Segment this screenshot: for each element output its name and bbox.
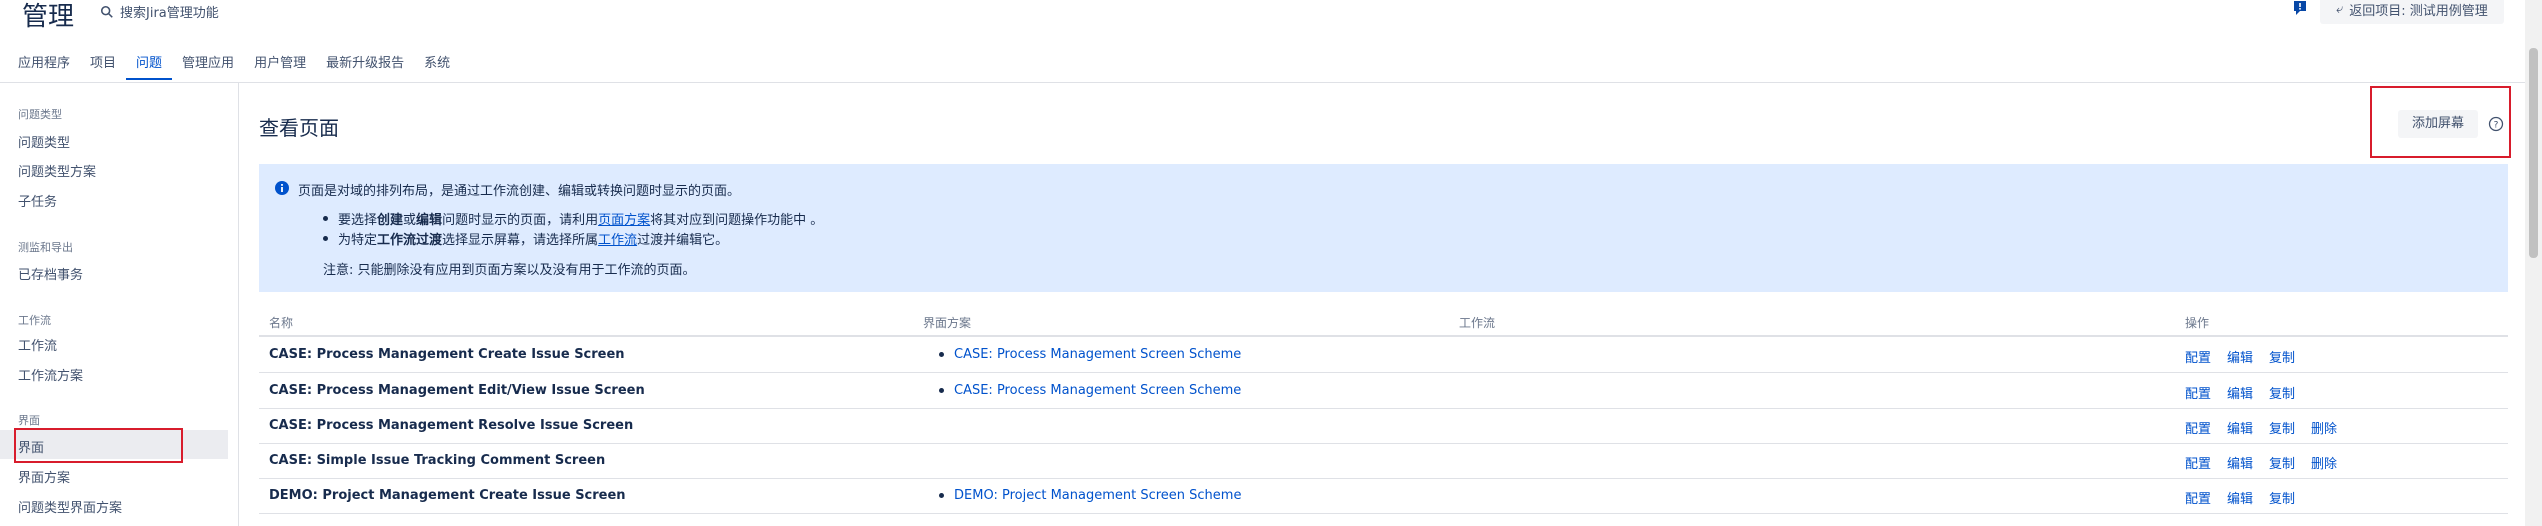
info-text: 为特定 xyxy=(338,233,378,248)
workflows-link[interactable]: 工作流 xyxy=(598,233,637,248)
column-header-name: 名称 xyxy=(269,316,294,330)
return-to-project-button[interactable]: ⤶ 返回项目: 测试用例管理 xyxy=(2320,0,2504,24)
scrollbar-thumb[interactable] xyxy=(2529,48,2538,258)
tab-issues[interactable]: 问题 xyxy=(126,56,173,80)
copy-link[interactable]: 复制 xyxy=(2269,383,2295,402)
info-text-bold: 编辑 xyxy=(416,213,443,228)
screen-name: CASE: Process Management Resolve Issue S… xyxy=(269,418,634,433)
page-title: 查看页面 xyxy=(259,116,339,140)
admin-search[interactable]: 搜索Jira管理功能 xyxy=(100,2,219,21)
info-text: 要选择 xyxy=(338,213,378,228)
delete-link[interactable]: 删除 xyxy=(2311,418,2337,437)
tab-manage-apps[interactable]: 管理应用 xyxy=(172,56,244,78)
edit-link[interactable]: 编辑 xyxy=(2227,383,2253,402)
screen-scheme-link[interactable]: DEMO: Project Management Screen Scheme xyxy=(954,488,1241,503)
info-text: 选择显示屏幕，请选择所属 xyxy=(442,233,599,248)
info-text-bold: 创建 xyxy=(377,213,404,228)
column-header-workflow: 工作流 xyxy=(1459,316,1496,330)
screen-scheme-cell: DEMO: Project Management Screen Scheme xyxy=(939,488,1241,503)
return-to-project-label: 返回项目: 测试用例管理 xyxy=(2349,3,2488,19)
configure-link[interactable]: 配置 xyxy=(2185,453,2211,472)
sidebar-heading-import-export: 测监和导出 xyxy=(18,241,73,254)
sidebar-item-screen-schemes[interactable]: 界面方案 xyxy=(18,467,70,486)
info-intro: 页面是对域的排列布局，是通过工作流创建、编辑或转换问题时显示的页面。 xyxy=(298,184,741,199)
screen-scheme-cell: CASE: Process Management Screen Scheme xyxy=(939,347,1241,362)
edit-link[interactable]: 编辑 xyxy=(2227,418,2253,437)
column-header-operations: 操作 xyxy=(2185,316,2210,330)
sidebar-item-subtasks[interactable]: 子任务 xyxy=(18,191,57,210)
sidebar-item-workflow-schemes[interactable]: 工作流方案 xyxy=(18,365,83,384)
info-bullet xyxy=(323,216,328,221)
delete-link[interactable]: 删除 xyxy=(2311,453,2337,472)
tab-projects[interactable]: 项目 xyxy=(80,56,126,78)
edit-link[interactable]: 编辑 xyxy=(2227,347,2253,366)
table-row: CASE: Process Management Resolve Issue S… xyxy=(259,408,2508,444)
tab-applications[interactable]: 应用程序 xyxy=(18,56,80,78)
sidebar-item-issue-type-screen-schemes[interactable]: 问题类型界面方案 xyxy=(18,497,122,516)
admin-search-label: 搜索Jira管理功能 xyxy=(120,6,219,21)
screen-schemes-link[interactable]: 页面方案 xyxy=(598,213,650,228)
info-text-bold: 工作流过渡 xyxy=(377,233,443,248)
edit-link[interactable]: 编辑 xyxy=(2227,453,2253,472)
row-operations: 配置 编辑 复制 xyxy=(2185,488,2295,507)
copy-link[interactable]: 复制 xyxy=(2269,488,2295,507)
info-text: 将其对应到问题操作功能中 。 xyxy=(650,213,824,228)
tabs-divider xyxy=(0,82,2525,83)
list-bullet xyxy=(939,352,944,357)
sidebar-item-archived-issues[interactable]: 已存档事务 xyxy=(18,264,83,283)
tab-upgrade-report[interactable]: 最新升级报告 xyxy=(316,56,414,78)
info-text: 过渡并编辑它。 xyxy=(637,233,729,248)
screen-name: DEMO: Project Management Create Issue Sc… xyxy=(269,488,626,503)
row-operations: 配置 编辑 复制 删除 xyxy=(2185,453,2337,472)
highlight-box-add-screen xyxy=(2370,86,2511,158)
sidebar-heading-screens: 界面 xyxy=(18,414,40,427)
table-row: DEMO: Project Management Create Issue Sc… xyxy=(259,478,2508,514)
admin-tabs: 应用程序 项目 问题 管理应用 用户管理 最新升级报告 系统 xyxy=(18,56,460,80)
table-row: CASE: Process Management Create Issue Sc… xyxy=(259,337,2508,373)
table-row: CASE: Process Management Edit/View Issue… xyxy=(259,373,2508,409)
info-bullet-2: 为特定工作流过渡选择显示屏幕，请选择所属工作流过渡并编辑它。 xyxy=(338,229,728,248)
sidebar-item-issue-types[interactable]: 问题类型 xyxy=(18,132,70,151)
copy-link[interactable]: 复制 xyxy=(2269,347,2295,366)
screen-scheme-link[interactable]: CASE: Process Management Screen Scheme xyxy=(954,347,1241,362)
info-icon xyxy=(275,181,289,195)
screen-scheme-cell: CASE: Process Management Screen Scheme xyxy=(939,383,1241,398)
column-header-scheme: 界面方案 xyxy=(923,316,972,330)
feedback-icon[interactable] xyxy=(2292,0,2308,16)
info-note: 注意: 只能删除没有应用到页面方案以及没有用于工作流的页面。 xyxy=(323,263,696,278)
screen-name: CASE: Process Management Edit/View Issue… xyxy=(269,383,645,398)
screen-scheme-link[interactable]: CASE: Process Management Screen Scheme xyxy=(954,383,1241,398)
info-bullet-1: 要选择创建或编辑问题时显示的页面，请利用页面方案将其对应到问题操作功能中 。 xyxy=(338,209,823,228)
tab-system[interactable]: 系统 xyxy=(414,56,460,78)
row-operations: 配置 编辑 复制 删除 xyxy=(2185,418,2337,437)
page-header-title: 管理 xyxy=(22,2,75,32)
search-icon xyxy=(100,5,113,18)
row-operations: 配置 编辑 复制 xyxy=(2185,383,2295,402)
info-text: 问题时显示的页面，请利用 xyxy=(442,213,599,228)
info-bullet xyxy=(323,236,328,241)
sidebar-item-workflows[interactable]: 工作流 xyxy=(18,335,57,354)
configure-link[interactable]: 配置 xyxy=(2185,383,2211,402)
copy-link[interactable]: 复制 xyxy=(2269,418,2295,437)
tab-user-management[interactable]: 用户管理 xyxy=(244,56,316,78)
configure-link[interactable]: 配置 xyxy=(2185,418,2211,437)
info-text: 或 xyxy=(403,213,417,228)
edit-link[interactable]: 编辑 xyxy=(2227,488,2253,507)
highlight-box-sidebar xyxy=(14,428,183,463)
row-operations: 配置 编辑 复制 xyxy=(2185,347,2295,366)
list-bullet xyxy=(939,493,944,498)
copy-link[interactable]: 复制 xyxy=(2269,453,2295,472)
return-arrow-icon: ⤶ xyxy=(2336,1,2344,17)
sidebar-heading-workflows: 工作流 xyxy=(18,314,51,327)
sidebar-item-issue-type-schemes[interactable]: 问题类型方案 xyxy=(18,161,96,180)
table-row: CASE: Simple Issue Tracking Comment Scre… xyxy=(259,443,2508,479)
configure-link[interactable]: 配置 xyxy=(2185,488,2211,507)
sidebar-heading-issue-types: 问题类型 xyxy=(18,108,62,121)
configure-link[interactable]: 配置 xyxy=(2185,347,2211,366)
screen-name: CASE: Process Management Create Issue Sc… xyxy=(269,347,625,362)
list-bullet xyxy=(939,388,944,393)
screen-name: CASE: Simple Issue Tracking Comment Scre… xyxy=(269,453,606,468)
